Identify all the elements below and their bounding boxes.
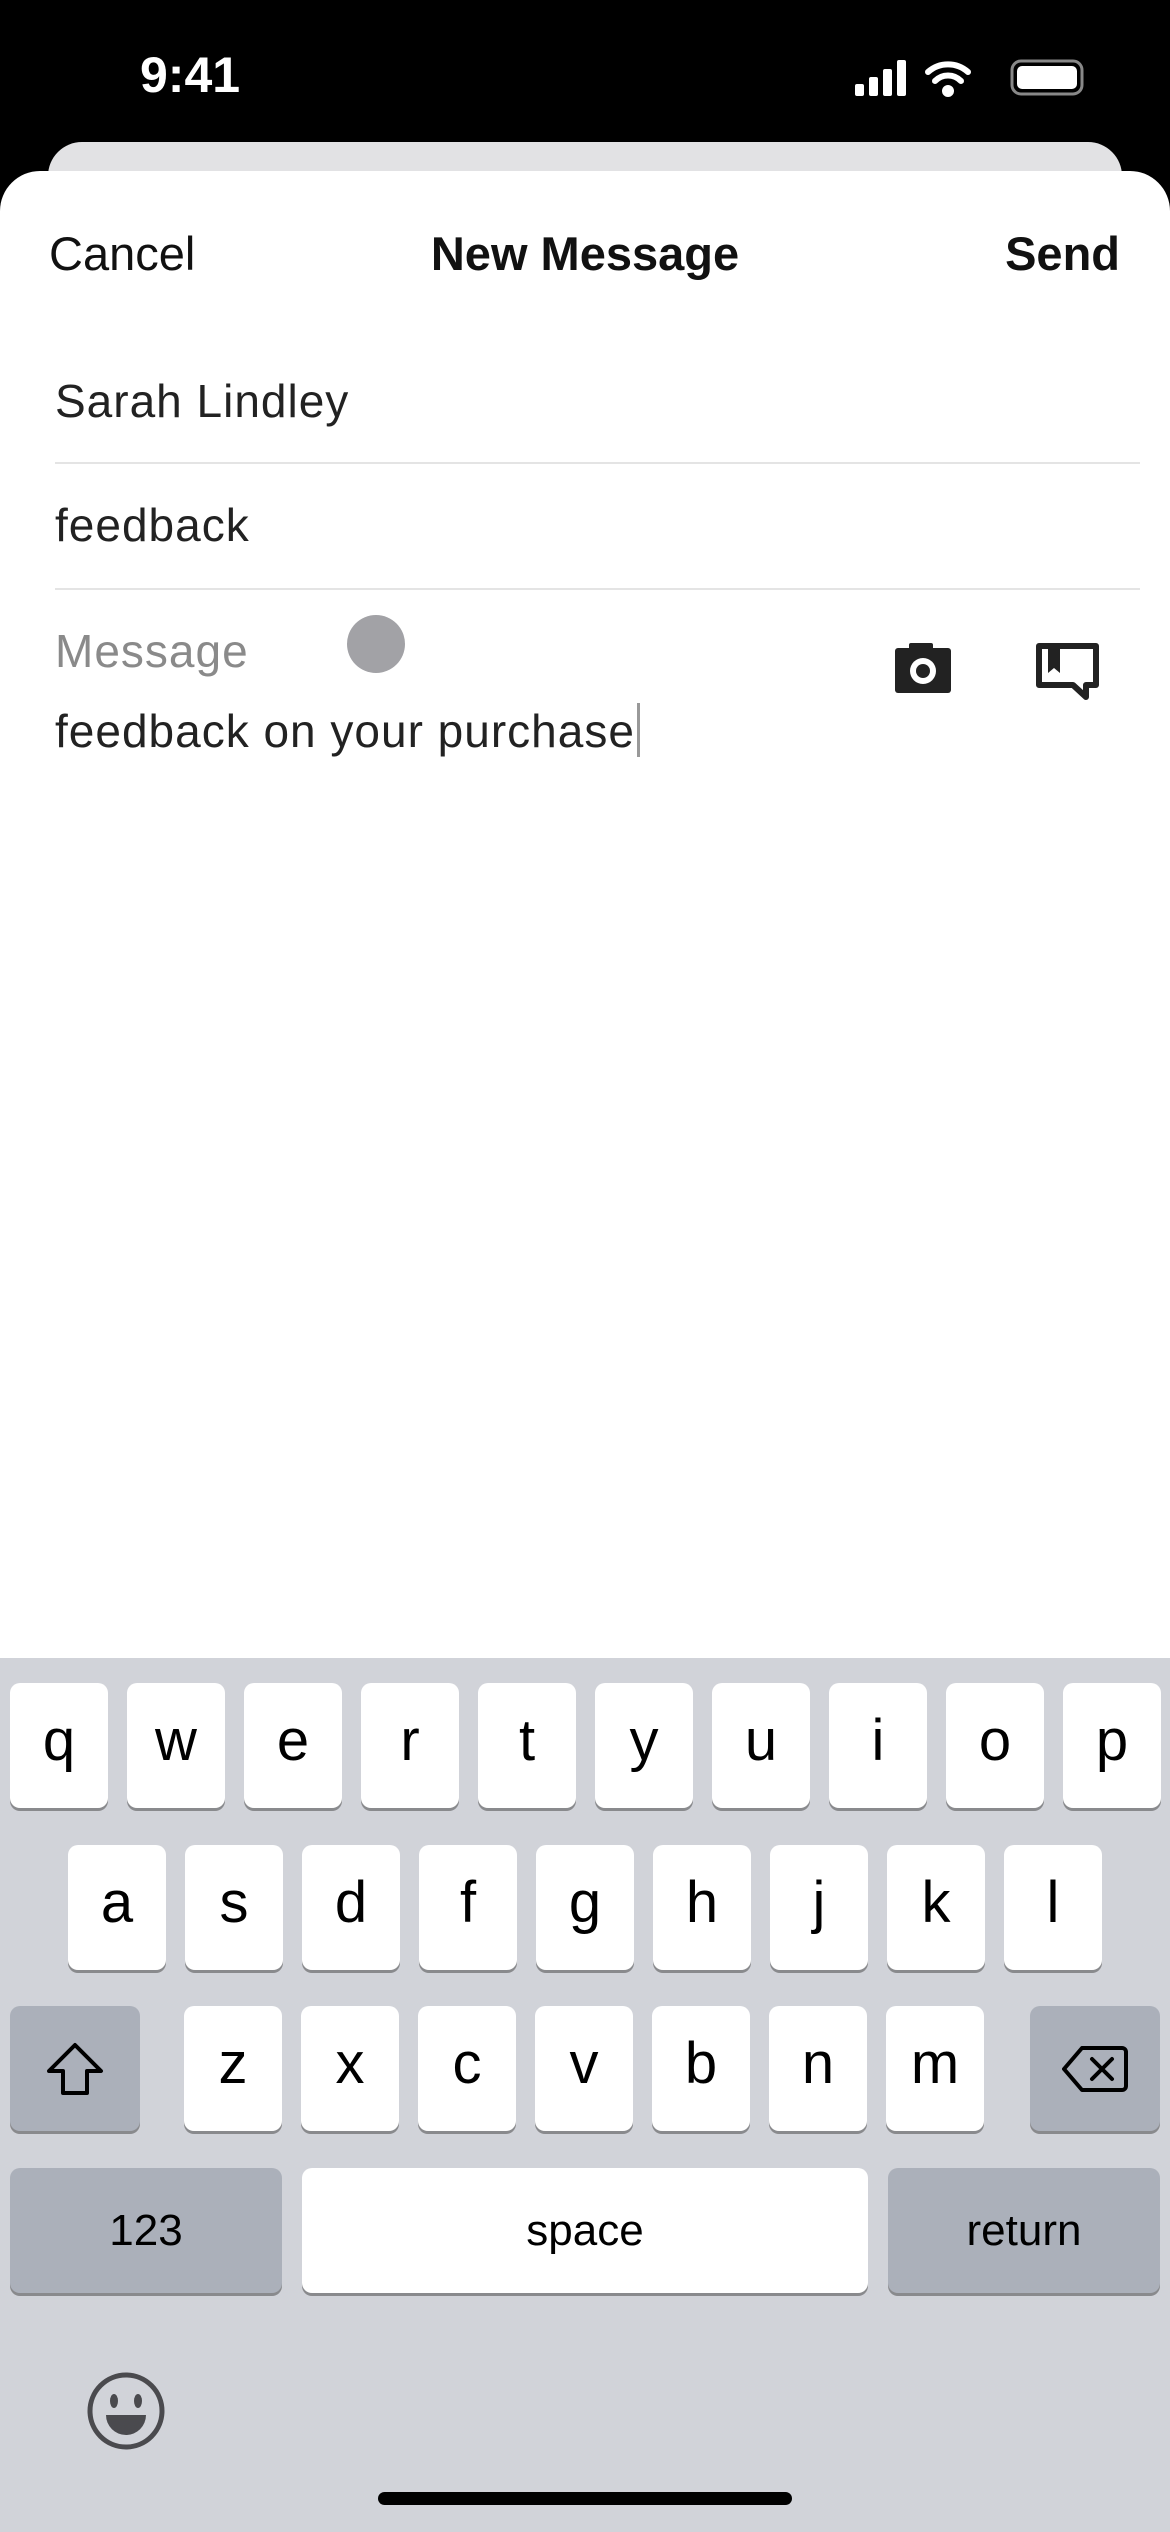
key-f[interactable]: f — [419, 1845, 517, 1970]
message-text: feedback on your purchase — [55, 705, 635, 757]
key-z[interactable]: z — [184, 2006, 282, 2131]
key-p[interactable]: p — [1063, 1683, 1161, 1808]
delete-icon — [1062, 2045, 1128, 2092]
battery-icon — [1010, 59, 1084, 96]
key-d[interactable]: d — [302, 1845, 400, 1970]
signal-icon — [855, 60, 906, 96]
shift-icon — [47, 2042, 103, 2095]
key-i[interactable]: i — [829, 1683, 927, 1808]
cancel-button[interactable]: Cancel — [49, 226, 195, 281]
space-key[interactable]: space — [302, 2168, 868, 2293]
keyboard: q w e r t y u i o p a s d f g h j k l z … — [0, 1658, 1170, 2532]
key-o[interactable]: o — [946, 1683, 1044, 1808]
key-y[interactable]: y — [595, 1683, 693, 1808]
emoji-icon[interactable] — [86, 2371, 166, 2451]
text-cursor — [636, 703, 640, 757]
send-button[interactable]: Send — [1005, 226, 1120, 281]
key-n[interactable]: n — [769, 2006, 867, 2131]
divider — [55, 588, 1140, 590]
key-j[interactable]: j — [770, 1845, 868, 1970]
saved-replies-icon[interactable] — [1036, 643, 1100, 701]
touch-indicator — [347, 615, 405, 673]
key-s[interactable]: s — [185, 1845, 283, 1970]
divider — [55, 462, 1140, 464]
key-w[interactable]: w — [127, 1683, 225, 1808]
keyboard-row-3: z x c v b n m — [184, 2006, 984, 2131]
key-b[interactable]: b — [652, 2006, 750, 2131]
key-t[interactable]: t — [478, 1683, 576, 1808]
keyboard-row-1: q w e r t y u i o p — [10, 1683, 1161, 1808]
key-m[interactable]: m — [886, 2006, 984, 2131]
home-indicator — [378, 2492, 792, 2505]
shift-key[interactable] — [10, 2006, 140, 2131]
key-a[interactable]: a — [68, 1845, 166, 1970]
key-x[interactable]: x — [301, 2006, 399, 2131]
key-u[interactable]: u — [712, 1683, 810, 1808]
camera-icon[interactable] — [895, 643, 951, 693]
key-h[interactable]: h — [653, 1845, 751, 1970]
key-c[interactable]: c — [418, 2006, 516, 2131]
status-time: 9:41 — [140, 47, 241, 103]
message-label: Message — [55, 625, 249, 677]
subject-field[interactable]: feedback — [55, 498, 250, 552]
delete-key[interactable] — [1030, 2006, 1160, 2131]
keyboard-row-2: a s d f g h j k l — [68, 1845, 1102, 1970]
wifi-icon — [925, 61, 971, 97]
status-icons — [855, 59, 1084, 97]
key-g[interactable]: g — [536, 1845, 634, 1970]
key-q[interactable]: q — [10, 1683, 108, 1808]
key-e[interactable]: e — [244, 1683, 342, 1808]
recipient-field[interactable]: Sarah Lindley — [55, 374, 349, 428]
key-l[interactable]: l — [1004, 1845, 1102, 1970]
return-key[interactable]: return — [888, 2168, 1160, 2293]
key-k[interactable]: k — [887, 1845, 985, 1970]
message-input[interactable]: feedback on your purchase — [55, 703, 640, 758]
key-r[interactable]: r — [361, 1683, 459, 1808]
numbers-key[interactable]: 123 — [10, 2168, 282, 2293]
key-v[interactable]: v — [535, 2006, 633, 2131]
